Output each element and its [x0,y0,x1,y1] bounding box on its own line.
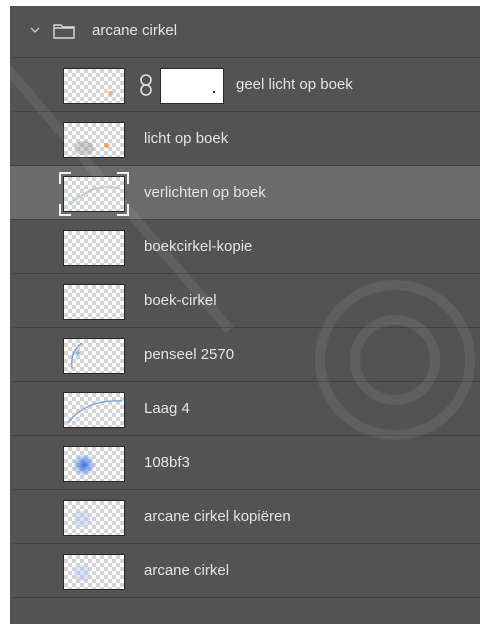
layer-thumbnail [63,230,125,266]
layer-thumbnail [63,392,125,428]
layer-row-selected[interactable]: verlichten op boek [10,166,480,220]
layer-row[interactable]: boekcirkel-kopie [10,220,480,274]
layer-thumbnail [63,284,125,320]
layer-group-row[interactable]: arcane cirkel [10,6,480,58]
layer-thumbnail [63,338,125,374]
layer-name: boekcirkel-kopie [144,238,253,255]
layer-thumbnail [63,554,125,590]
layer-row[interactable]: boek-cirkel [10,274,480,328]
layer-thumbnail [63,122,125,158]
layer-row[interactable]: geel licht op boek [10,58,480,112]
layers-panel: arcane cirkel geel licht op boek licht o… [10,6,480,624]
layer-thumbnail [63,68,125,104]
layer-name: 108bf3 [144,454,190,471]
folder-icon [53,23,75,39]
layer-row[interactable]: arcane cirkel [10,544,480,598]
layer-row[interactable]: Laag 4 [10,382,480,436]
layer-name: boek-cirkel [144,292,217,309]
chain-link-icon[interactable] [139,73,153,97]
layer-name: geel licht op boek [236,76,353,93]
layer-name: penseel 2570 [144,346,235,363]
layer-name: licht op boek [144,130,229,147]
layer-name: verlichten op boek [144,184,266,201]
selection-frame [59,172,129,216]
layer-row[interactable]: arcane cirkel kopiëren [10,490,480,544]
layer-row[interactable]: 108bf3 [10,436,480,490]
layer-name: arcane cirkel kopiëren [144,508,291,525]
chevron-down-icon[interactable] [29,24,41,36]
group-name: arcane cirkel [92,22,178,39]
layer-row[interactable]: penseel 2570 [10,328,480,382]
layer-name: arcane cirkel [144,562,230,579]
layer-row[interactable]: licht op boek [10,112,480,166]
layer-name: Laag 4 [144,400,190,417]
layer-thumbnail [63,500,125,536]
layer-mask-thumbnail[interactable] [160,68,224,104]
layer-thumbnail [63,446,125,482]
